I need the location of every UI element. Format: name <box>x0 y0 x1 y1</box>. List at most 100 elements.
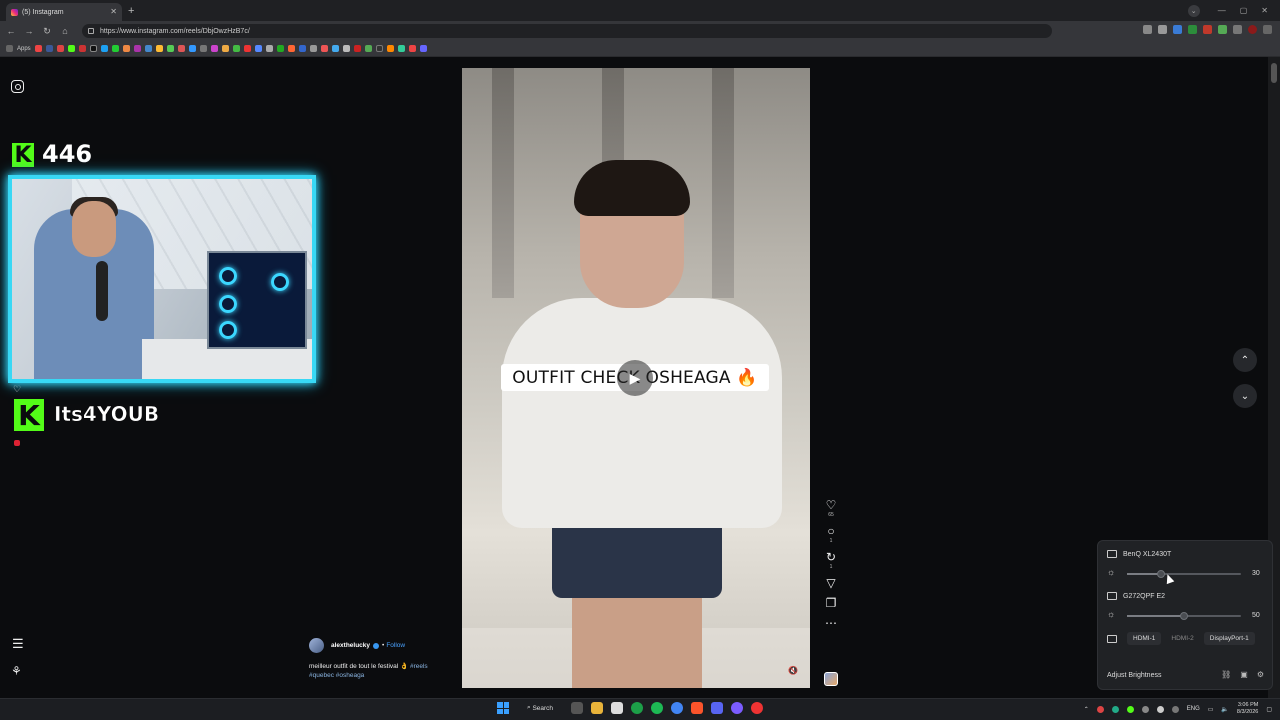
bookmark-icon[interactable] <box>199 45 207 52</box>
threads-more-icon[interactable]: ⚘ <box>11 664 22 678</box>
follow-button[interactable]: Follow <box>386 642 405 649</box>
discord-icon[interactable] <box>711 702 724 714</box>
network-icon[interactable]: ▭ <box>1208 706 1214 713</box>
bookmark-icon[interactable] <box>177 45 185 52</box>
bookmark-icon[interactable] <box>67 45 75 52</box>
taskbar-search[interactable]: ⌕ Search <box>517 702 563 714</box>
bookmark-icon[interactable] <box>111 45 119 52</box>
bookmark-icon[interactable] <box>342 45 350 52</box>
bookmark-icon[interactable] <box>100 45 108 52</box>
author-name[interactable]: alexthelucky <box>331 642 370 649</box>
input-displayport-1[interactable]: DisplayPort-1 <box>1203 632 1255 645</box>
repost-button[interactable]: ↻ 1 <box>820 550 842 570</box>
next-reel-button[interactable]: ⌄ <box>1233 384 1257 408</box>
apps-grid-icon[interactable] <box>6 45 13 52</box>
new-tab-button[interactable]: + <box>128 5 134 17</box>
bookmark-icon[interactable] <box>144 45 152 52</box>
bookmark-icon[interactable] <box>34 45 42 52</box>
audio-thumbnail[interactable] <box>824 672 838 686</box>
bookmark-icon[interactable] <box>188 45 196 52</box>
bookmark-star-icon[interactable] <box>1158 25 1167 34</box>
bookmark-icon[interactable] <box>78 45 86 52</box>
bookmark-icon[interactable] <box>221 45 229 52</box>
play-icon[interactable]: ▶ <box>617 360 653 396</box>
forward-icon[interactable]: → <box>22 26 36 36</box>
bookmark-icon[interactable] <box>56 45 64 52</box>
save-button[interactable]: ❐ <box>820 596 842 610</box>
tray-overflow-icon[interactable]: ⌃ <box>1084 706 1089 713</box>
input-hdmi-1[interactable]: HDMI-1 <box>1127 632 1162 645</box>
minimize-icon[interactable]: — <box>1218 6 1226 15</box>
puzzle-icon[interactable] <box>1233 25 1242 34</box>
brightness-slider-1[interactable] <box>1127 570 1241 578</box>
site-info-icon[interactable] <box>88 28 94 34</box>
bookmark-icon[interactable] <box>309 45 317 52</box>
display-off-icon[interactable]: ▣ <box>1240 670 1248 679</box>
bookmark-icon[interactable] <box>353 45 361 52</box>
scrollbar-thumb[interactable] <box>1271 63 1277 83</box>
task-view-icon[interactable] <box>571 702 584 714</box>
share-button[interactable]: ▽ <box>820 576 842 590</box>
tray-app-icon[interactable] <box>1096 705 1104 713</box>
bookmark-icon[interactable] <box>397 45 405 52</box>
hashtag-link[interactable]: #quebec #osheaga <box>309 672 364 679</box>
slider-thumb[interactable] <box>1180 612 1188 620</box>
tray-app-icon[interactable] <box>1126 705 1134 713</box>
tab-close-icon[interactable]: ✕ <box>110 7 117 16</box>
bookmark-icon[interactable] <box>276 45 284 52</box>
tab-search-icon[interactable]: ⌄ <box>1187 4 1200 17</box>
messenger-icon[interactable] <box>731 702 744 714</box>
bookmark-icon[interactable] <box>298 45 306 52</box>
bookmark-icon[interactable] <box>254 45 262 52</box>
url-field[interactable]: https://www.instagram.com/reels/DbjOwzHz… <box>82 24 1052 38</box>
bookmark-icon[interactable] <box>419 45 427 52</box>
bookmark-icon[interactable] <box>89 45 97 52</box>
mute-icon[interactable]: 🔇 <box>788 666 798 675</box>
extension-icon[interactable] <box>1218 25 1227 34</box>
bookmark-icon[interactable] <box>364 45 372 52</box>
link-icon[interactable]: ⛓ <box>1221 670 1231 679</box>
extension-icon[interactable] <box>1203 25 1212 34</box>
close-window-icon[interactable]: ✕ <box>1261 6 1268 15</box>
bookmark-icon[interactable] <box>386 45 394 52</box>
tray-app-icon[interactable] <box>1111 705 1119 713</box>
bookmark-icon[interactable] <box>320 45 328 52</box>
volume-icon[interactable]: 🔈 <box>1221 706 1228 713</box>
reload-icon[interactable]: ↻ <box>40 26 54 37</box>
bookmark-icon[interactable] <box>287 45 295 52</box>
start-windows-icon[interactable] <box>497 702 509 714</box>
chrome-icon[interactable] <box>671 702 684 714</box>
maximize-icon[interactable]: ▢ <box>1240 6 1248 15</box>
hashtag-link[interactable]: #reels <box>410 663 428 670</box>
tab-instagram[interactable]: (5) Instagram ✕ <box>6 3 122 21</box>
menu-kebab-icon[interactable] <box>1263 25 1272 34</box>
store-icon[interactable] <box>611 702 624 714</box>
tray-app-icon[interactable] <box>1141 705 1149 713</box>
notifications-icon[interactable]: ▢ <box>1266 706 1272 713</box>
extension-icon[interactable] <box>1188 25 1197 34</box>
tray-app-icon[interactable] <box>1156 705 1164 713</box>
like-button[interactable]: ♡ 65 <box>820 498 842 518</box>
bookmark-icon[interactable] <box>243 45 251 52</box>
extension-icon[interactable] <box>1173 25 1182 34</box>
bookmark-icon[interactable] <box>122 45 130 52</box>
tray-app-icon[interactable] <box>1171 705 1179 713</box>
clock[interactable]: 3:06 PM 8/3/2026 <box>1237 702 1258 716</box>
bookmark-icon[interactable] <box>232 45 240 52</box>
install-app-icon[interactable] <box>1143 25 1152 34</box>
bookmark-icon[interactable] <box>45 45 53 52</box>
file-explorer-icon[interactable] <box>591 702 604 714</box>
brave-icon[interactable] <box>691 702 704 714</box>
spotify-icon[interactable] <box>651 702 664 714</box>
instagram-logo-icon[interactable] <box>11 80 24 93</box>
bookmark-icon[interactable] <box>166 45 174 52</box>
bookmark-icon[interactable] <box>265 45 273 52</box>
back-icon[interactable]: ← <box>4 26 18 36</box>
language-indicator[interactable]: ENG <box>1187 706 1200 712</box>
bookmark-icon[interactable] <box>408 45 416 52</box>
bookmark-apps[interactable]: Apps <box>17 46 31 52</box>
more-button[interactable]: ⋯ <box>820 616 842 630</box>
bookmark-icon[interactable] <box>375 45 383 52</box>
opera-icon[interactable] <box>751 702 764 714</box>
bookmark-icon[interactable] <box>331 45 339 52</box>
